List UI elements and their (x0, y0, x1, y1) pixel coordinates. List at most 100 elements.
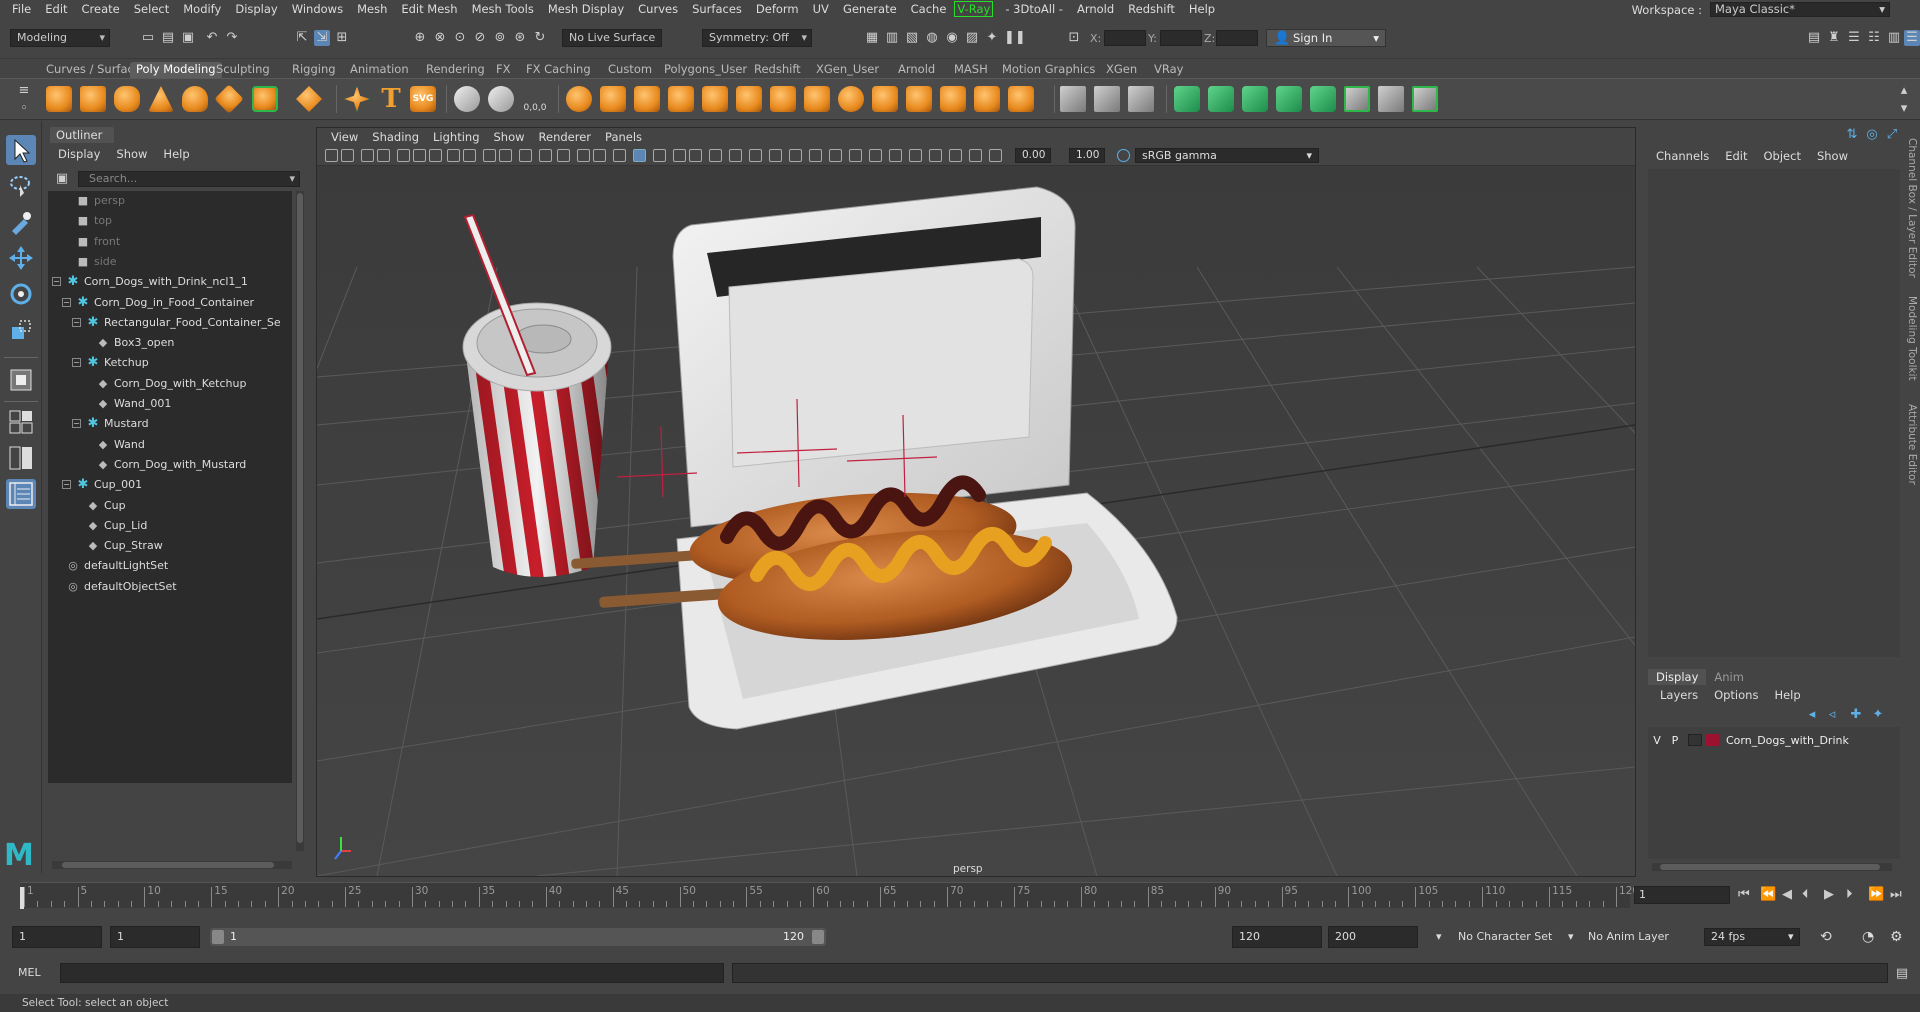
menu-generate[interactable]: Generate (837, 2, 905, 16)
menu-mesh[interactable]: Mesh (351, 2, 395, 16)
script-editor-icon[interactable]: ▤ (1894, 966, 1910, 982)
symmetry-selector[interactable]: Symmetry: Off (702, 29, 812, 47)
hypershade-icon[interactable]: ◉ (944, 30, 960, 46)
outliner-filter-icon[interactable]: ▣ (54, 171, 70, 187)
menu-vray[interactable]: V-Ray (954, 1, 994, 17)
triangulate-icon[interactable] (940, 86, 966, 112)
channel-box-menu-show[interactable]: Show (1811, 149, 1858, 163)
paint-select-tool[interactable] (6, 207, 36, 237)
step-back-icon[interactable]: ⏪ (1760, 887, 1776, 902)
poly-cube-icon[interactable] (80, 86, 106, 112)
menu-deform[interactable]: Deform (750, 2, 807, 16)
cylindrical-map-icon[interactable] (1242, 86, 1268, 112)
channel-box-menu-edit[interactable]: Edit (1719, 149, 1757, 163)
scale-tool[interactable] (6, 315, 36, 345)
live-surface-field[interactable]: No Live Surface (562, 29, 662, 47)
shelf-tab-redshift[interactable]: Redshift (748, 62, 807, 78)
shelf-tab-xgen-user[interactable]: XGen_User (810, 62, 885, 78)
viewport-tool-icon[interactable] (829, 149, 842, 162)
viewport-canvas[interactable]: persp (317, 167, 1635, 876)
viewport-tool-icon[interactable] (689, 149, 702, 162)
channel-expand-icon[interactable]: ⤢ (1884, 127, 1900, 143)
menu-cache[interactable]: Cache (905, 2, 955, 16)
layout-single-icon[interactable] (6, 407, 36, 437)
step-forward-icon[interactable]: ⏩ (1868, 887, 1884, 902)
viewport-tool-icon[interactable] (463, 149, 476, 162)
sphere-helper-icon[interactable] (454, 86, 480, 112)
viewport-tool-icon[interactable] (653, 149, 666, 162)
menu-select[interactable]: Select (128, 2, 177, 16)
current-frame-field[interactable]: 1 (1634, 886, 1730, 904)
channel-box-icon[interactable]: ▥ (1886, 30, 1902, 46)
menu-set-selector[interactable]: Modeling (10, 29, 110, 47)
light-editor-icon[interactable]: ✦ (984, 30, 1000, 46)
merge-icon[interactable] (872, 86, 898, 112)
ipr-render-icon[interactable]: ▧ (904, 30, 920, 46)
expand-toggle-icon[interactable]: − (72, 317, 81, 327)
layer-tab-anim[interactable]: Anim (1706, 669, 1752, 685)
snap-point-icon[interactable]: ⊙ (452, 30, 468, 46)
menu-3dtoall[interactable]: - 3DtoAll - (999, 2, 1071, 16)
outliner-item[interactable]: ◆ Wand_001 (96, 394, 172, 414)
menu-modify[interactable]: Modify (177, 2, 229, 16)
loop-icon[interactable]: ⟲ (1820, 928, 1832, 946)
viewport-tool-icon[interactable] (341, 149, 354, 162)
snap-view-icon[interactable]: ⊘ (472, 30, 488, 46)
channel-box-menu-object[interactable]: Object (1758, 149, 1811, 163)
collapse-icon[interactable] (906, 86, 932, 112)
color-management-selector[interactable]: sRGB gamma (1135, 148, 1319, 163)
character-set-icon[interactable]: ▾ (1436, 928, 1442, 946)
viewport-tool-icon[interactable] (929, 149, 942, 162)
viewport-tool-icon[interactable] (613, 149, 626, 162)
animation-end-field[interactable]: 200 (1328, 926, 1418, 948)
bridge-icon[interactable] (736, 86, 762, 112)
poly-cone-icon[interactable] (148, 86, 174, 112)
outliner-item[interactable]: ◆ Corn_Dog_with_Mustard (96, 455, 247, 475)
combine-icon[interactable] (566, 86, 592, 112)
open-scene-icon[interactable]: ▤ (160, 30, 176, 46)
layer-editor-icon[interactable]: ☰ (1904, 30, 1920, 46)
shelf-scroll-up-icon[interactable]: ▴ (1896, 83, 1912, 99)
planar-map-icon[interactable] (1208, 86, 1234, 112)
outliner-item[interactable]: ■ front (76, 232, 120, 252)
auto-map-icon[interactable] (1310, 86, 1336, 112)
select-object-icon[interactable]: ⇲ (314, 30, 330, 46)
play-forward-icon[interactable]: ▶ (1824, 887, 1834, 902)
fill-hole-icon[interactable] (804, 86, 830, 112)
x-field[interactable] (1104, 30, 1146, 46)
menu-curves[interactable]: Curves (632, 2, 686, 16)
y-field[interactable] (1160, 30, 1202, 46)
viewport-tool-icon[interactable] (519, 149, 532, 162)
outliner-item[interactable]: − ✱ Cup_001 (62, 475, 142, 495)
viewport-tool-icon[interactable] (673, 149, 686, 162)
go-to-start-icon[interactable]: ⏮ (1738, 887, 1750, 902)
range-start-handle[interactable] (212, 930, 224, 944)
menu-surfaces[interactable]: Surfaces (686, 2, 750, 16)
anim-layer-icon[interactable]: ▾ (1568, 928, 1574, 946)
outliner-item[interactable]: − ✱ Corn_Dogs_with_Drink_ncl1_1 (52, 272, 248, 292)
uv-editor-icon[interactable] (1174, 86, 1200, 112)
menu-edit[interactable]: Edit (39, 2, 75, 16)
render-frame-icon[interactable]: ▥ (884, 30, 900, 46)
multi-cut-icon[interactable] (1060, 86, 1086, 112)
viewport-tool-icon[interactable] (499, 149, 512, 162)
render-settings-icon[interactable]: ◍ (924, 30, 940, 46)
poly-sphere-icon[interactable] (46, 86, 72, 112)
next-key-icon[interactable]: ⏵ (1846, 887, 1853, 902)
poly-disc-icon[interactable] (252, 86, 278, 112)
attribute-editor-icon[interactable]: ☰ (1846, 30, 1862, 46)
layer-playback-toggle[interactable]: P (1666, 734, 1684, 747)
select-hierarchy-icon[interactable]: ⇱ (294, 30, 310, 46)
offset-edge-loop-icon[interactable] (1128, 86, 1154, 112)
expand-toggle-icon[interactable]: − (72, 358, 81, 368)
last-tool[interactable] (6, 365, 36, 395)
viewport-menu-show[interactable]: Show (488, 128, 533, 146)
tool-settings-icon[interactable]: ☷ (1866, 30, 1882, 46)
outliner-menu-display[interactable]: Display (52, 145, 110, 163)
text-tool-icon[interactable]: T (378, 86, 404, 112)
channel-sync-icon[interactable]: ◎ (1864, 127, 1880, 143)
shelf-tab-mash[interactable]: MASH (948, 62, 994, 78)
shelf-tab-animation[interactable]: Animation (344, 62, 415, 78)
shelf-options-icon[interactable]: ◦ (16, 101, 32, 117)
viewport-tool-icon[interactable] (593, 149, 606, 162)
